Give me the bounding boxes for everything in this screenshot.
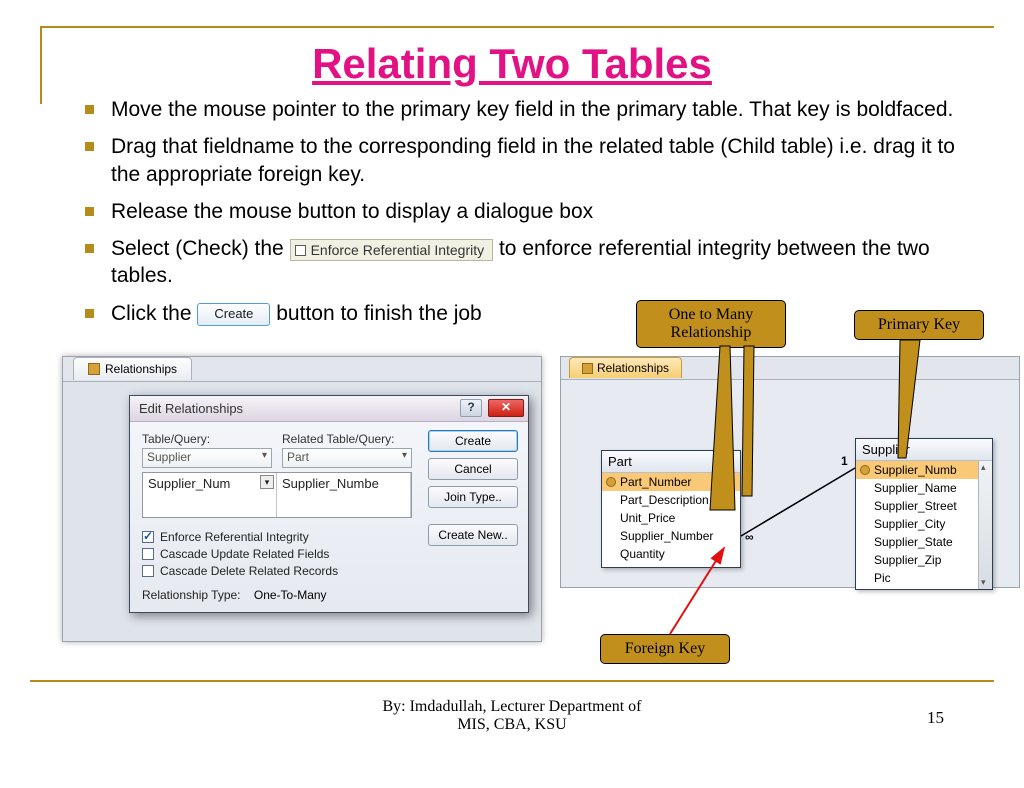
one-symbol: 1 — [841, 454, 848, 468]
bullet-list: Move the mouse pointer to the primary ke… — [30, 96, 994, 327]
field-pic[interactable]: Pic — [856, 569, 992, 587]
table-query-combo[interactable]: Supplier — [142, 448, 272, 468]
table-supplier[interactable]: Supplier Supplier_Numb Supplier_Name Sup… — [855, 438, 993, 590]
checkbox-icon — [142, 548, 154, 560]
cascade-delete-checkbox[interactable]: Cascade Delete Related Records — [142, 564, 516, 578]
field-supplier-numb[interactable]: Supplier_Numb — [856, 461, 992, 479]
grid-cell-left[interactable]: Supplier_Num▾ — [143, 473, 277, 517]
relationship-type: Relationship Type: One-To-Many — [142, 588, 516, 602]
checkbox-icon — [142, 565, 154, 577]
tab-label: Relationships — [597, 361, 669, 375]
callout-one-to-many: One to Many Relationship — [636, 300, 786, 348]
relationships-icon — [88, 363, 100, 375]
create-button[interactable]: Create — [428, 430, 518, 452]
checkbox-icon — [295, 245, 306, 256]
field-grid[interactable]: Supplier_Num▾ Supplier_Numbe — [142, 472, 412, 518]
frame-bottom — [30, 680, 994, 682]
checkbox-icon — [142, 531, 154, 543]
slide: Relating Two Tables Move the mouse point… — [30, 20, 994, 738]
page-number: 15 — [927, 708, 944, 728]
field-part-number[interactable]: Part_Number — [602, 473, 740, 491]
table-query-label: Table/Query: — [142, 432, 272, 446]
bullet-4a: Select (Check) the — [111, 237, 284, 260]
close-button[interactable]: ✕ — [488, 399, 524, 417]
chevron-down-icon[interactable]: ▾ — [260, 475, 274, 489]
field-supplier-zip[interactable]: Supplier_Zip — [856, 551, 992, 569]
grid-cell-right[interactable]: Supplier_Numbe — [277, 473, 411, 517]
join-type-button[interactable]: Join Type.. — [428, 486, 518, 508]
field-part-description[interactable]: Part_Description — [602, 491, 740, 509]
field-supplier-state[interactable]: Supplier_State — [856, 533, 992, 551]
tab-label: Relationships — [105, 362, 177, 376]
bullet-1: Move the mouse pointer to the primary ke… — [85, 96, 974, 123]
dialog-titlebar: Edit Relationships ? ✕ — [130, 396, 528, 422]
infinity-symbol: ∞ — [745, 530, 754, 544]
chip-label: Enforce Referential Integrity — [311, 242, 485, 258]
field-supplier-number[interactable]: Supplier_Number — [602, 527, 740, 545]
frame-left — [40, 26, 42, 104]
relationships-tab[interactable]: Relationships — [569, 357, 682, 378]
bullet-2: Drag that fieldname to the corresponding… — [85, 133, 974, 188]
field-quantity[interactable]: Quantity — [602, 545, 740, 563]
field-unit-price[interactable]: Unit_Price — [602, 509, 740, 527]
table-title: Part — [602, 451, 740, 473]
bullet-4: Select (Check) the Enforce Referential I… — [85, 235, 974, 290]
callout-foreign-key: Foreign Key — [600, 634, 730, 664]
field-supplier-name[interactable]: Supplier_Name — [856, 479, 992, 497]
create-new-button[interactable]: Create New.. — [428, 524, 518, 546]
bullet-5: Click the Create button to finish the jo… — [85, 300, 974, 327]
footer-text: By: Imdadullah, Lecturer Department of M… — [30, 698, 994, 734]
edit-relationships-screenshot: Relationships Edit Relationships ? ✕ Tab… — [62, 356, 542, 642]
bullet-5b: button to finish the job — [276, 302, 481, 325]
scrollbar[interactable] — [978, 461, 992, 589]
page-title: Relating Two Tables — [30, 40, 994, 88]
relationships-view-screenshot: Relationships Part Part_Number Part_Desc… — [560, 356, 1020, 588]
dialog-title: Edit Relationships — [139, 401, 243, 416]
related-table-label: Related Table/Query: — [282, 432, 412, 446]
table-part[interactable]: Part Part_Number Part_Description Unit_P… — [601, 450, 741, 568]
bullet-3: Release the mouse button to display a di… — [85, 198, 974, 225]
related-table-combo[interactable]: Part — [282, 448, 412, 468]
bullet-5a: Click the — [111, 302, 192, 325]
create-button-chip: Create — [197, 303, 270, 326]
reltype-value: One-To-Many — [254, 588, 327, 602]
help-button[interactable]: ? — [460, 399, 482, 417]
callout-primary-key: Primary Key — [854, 310, 984, 340]
cancel-button[interactable]: Cancel — [428, 458, 518, 480]
relationships-tab[interactable]: Relationships — [73, 357, 192, 380]
field-supplier-city[interactable]: Supplier_City — [856, 515, 992, 533]
edit-relationships-dialog: Edit Relationships ? ✕ Table/Query: Supp… — [129, 395, 529, 613]
field-supplier-street[interactable]: Supplier_Street — [856, 497, 992, 515]
relationships-canvas[interactable]: Part Part_Number Part_Description Unit_P… — [561, 379, 1019, 587]
relationships-icon — [582, 363, 593, 374]
reltype-label: Relationship Type: — [142, 588, 241, 602]
table-title: Supplier — [856, 439, 992, 461]
enforce-integrity-chip: Enforce Referential Integrity — [290, 239, 494, 261]
frame-top — [40, 26, 994, 28]
dialog-buttons: Create Cancel Join Type.. Create New.. — [428, 430, 518, 546]
cascade-update-checkbox[interactable]: Cascade Update Related Fields — [142, 547, 516, 561]
